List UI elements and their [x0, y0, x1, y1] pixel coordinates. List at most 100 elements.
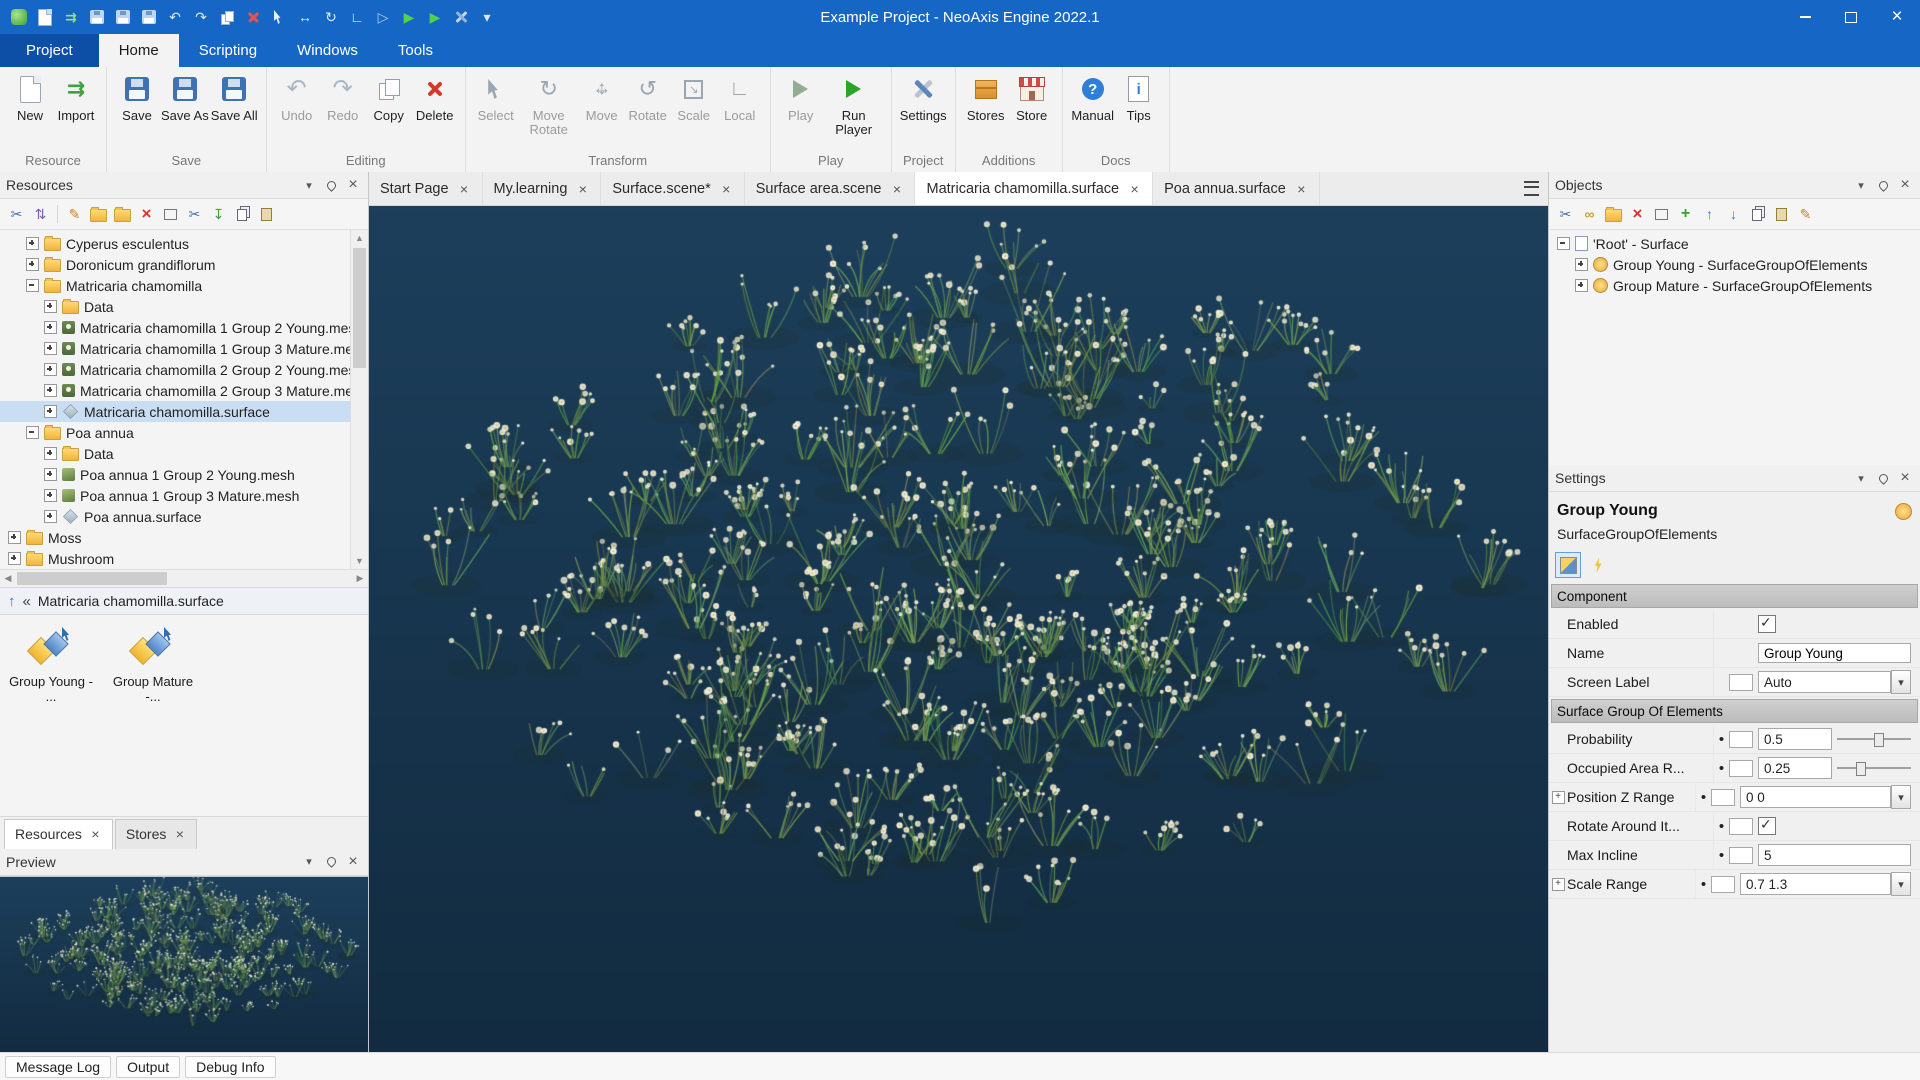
- expand-icon[interactable]: [8, 552, 21, 565]
- expand-icon[interactable]: [44, 300, 57, 313]
- delete-button[interactable]: Delete: [413, 73, 457, 123]
- collapse-icon[interactable]: [26, 426, 39, 439]
- panel-menu-icon[interactable]: [1852, 469, 1870, 487]
- copy-icon[interactable]: [232, 204, 253, 225]
- menu-tab-home[interactable]: Home: [99, 34, 179, 67]
- tree-item[interactable]: Matricaria chamomilla 2 Group 2 Young.me…: [0, 359, 351, 380]
- occupied-area-slider[interactable]: [1837, 760, 1911, 776]
- select-button[interactable]: Select: [474, 73, 518, 123]
- pin-icon[interactable]: [322, 176, 340, 194]
- new-button[interactable]: New: [8, 73, 52, 123]
- doc-tab-my-learning[interactable]: My.learning: [483, 172, 602, 205]
- events-tab[interactable]: [1585, 552, 1611, 578]
- select-frame-icon[interactable]: [1651, 204, 1672, 225]
- link-icon[interactable]: [1579, 204, 1600, 225]
- select-icon[interactable]: [268, 6, 290, 28]
- expand-icon[interactable]: [1549, 870, 1567, 898]
- value-box[interactable]: [1729, 847, 1753, 864]
- play-button[interactable]: Play: [779, 73, 823, 123]
- save-all-icon[interactable]: [138, 6, 160, 28]
- close-icon[interactable]: [1896, 176, 1914, 194]
- expand-icon[interactable]: [44, 468, 57, 481]
- import-button[interactable]: Import: [54, 73, 98, 123]
- tree-item[interactable]: Poa annua.surface: [0, 506, 351, 527]
- pin-icon[interactable]: [322, 853, 340, 871]
- max-incline-input[interactable]: 5: [1758, 844, 1911, 866]
- tree-item[interactable]: Poa annua 1 Group 3 Mature.mesh: [0, 485, 351, 506]
- import-file-icon[interactable]: [208, 204, 229, 225]
- close-icon[interactable]: [458, 182, 471, 196]
- pin-icon[interactable]: [1874, 469, 1892, 487]
- expand-icon[interactable]: [44, 321, 57, 334]
- tree-item-selected[interactable]: Matricaria chamomilla.surface: [0, 401, 351, 422]
- menu-project[interactable]: Project: [0, 34, 99, 67]
- pin-icon[interactable]: [1874, 176, 1892, 194]
- cut-icon[interactable]: [184, 204, 205, 225]
- position-z-range-input[interactable]: 0 0: [1740, 786, 1891, 808]
- move-down-icon[interactable]: [1723, 204, 1744, 225]
- run-icon[interactable]: [424, 6, 446, 28]
- scrollbar-thumb[interactable]: [353, 248, 366, 368]
- play-icon[interactable]: [398, 6, 420, 28]
- sort-icon[interactable]: [30, 204, 51, 225]
- tab-list-menu-icon[interactable]: [1514, 172, 1548, 205]
- rotate-button[interactable]: Rotate: [626, 73, 670, 123]
- tree-item[interactable]: Doronicum grandiflorum: [0, 254, 351, 275]
- delete-icon[interactable]: [242, 6, 264, 28]
- local-button[interactable]: Local: [718, 73, 762, 123]
- tree-item-root[interactable]: 'Root' - Surface: [1549, 233, 1903, 254]
- doc-tab-poa-annua-surface[interactable]: Poa annua.surface: [1153, 172, 1320, 205]
- debug-info-button[interactable]: Debug Info: [185, 1056, 276, 1078]
- tips-button[interactable]: Tips: [1117, 73, 1161, 123]
- close-icon[interactable]: [344, 853, 362, 871]
- dropdown-arrow-icon[interactable]: [1891, 785, 1911, 809]
- save-all-button[interactable]: Save All: [211, 73, 258, 123]
- collapse-icon[interactable]: [1557, 237, 1570, 250]
- scroll-down-icon[interactable]: ▼: [351, 553, 368, 569]
- rotate-icon[interactable]: [320, 6, 342, 28]
- tree-item[interactable]: Matricaria chamomilla 1 Group 3 Mature.m…: [0, 338, 351, 359]
- undo-button[interactable]: Undo: [275, 73, 319, 123]
- dropdown-arrow-icon[interactable]: [1891, 670, 1911, 694]
- close-icon[interactable]: [576, 182, 589, 196]
- tree-item[interactable]: Data: [0, 296, 351, 317]
- tools-icon[interactable]: [450, 6, 472, 28]
- move-button[interactable]: Move: [580, 73, 624, 123]
- redo-icon[interactable]: [190, 6, 212, 28]
- select-frame-icon[interactable]: [160, 204, 181, 225]
- expand-icon[interactable]: [44, 489, 57, 502]
- scroll-right-icon[interactable]: ▶: [352, 570, 368, 587]
- stores-button[interactable]: Stores: [964, 73, 1008, 123]
- back-icon[interactable]: [23, 593, 31, 610]
- manual-button[interactable]: Manual: [1071, 73, 1115, 123]
- scale-button[interactable]: Scale: [672, 73, 716, 123]
- rename-icon[interactable]: [64, 204, 85, 225]
- close-icon[interactable]: [89, 827, 102, 841]
- open-folder-icon[interactable]: [112, 204, 133, 225]
- tree-item[interactable]: Mushroom: [0, 548, 351, 569]
- value-box[interactable]: [1729, 674, 1753, 691]
- cut-icon[interactable]: [1555, 204, 1576, 225]
- slider-thumb[interactable]: [1856, 762, 1866, 776]
- close-icon[interactable]: [344, 176, 362, 194]
- maximize-button[interactable]: [1828, 0, 1874, 34]
- expand-icon[interactable]: [8, 531, 21, 544]
- close-icon[interactable]: [1295, 182, 1308, 196]
- new-icon[interactable]: [34, 6, 56, 28]
- doc-tab-start-page[interactable]: Start Page: [369, 172, 483, 205]
- 3d-viewport[interactable]: [369, 206, 1548, 1053]
- expand-icon[interactable]: [1575, 279, 1588, 292]
- play-outline-icon[interactable]: [372, 6, 394, 28]
- settings-tools-icon[interactable]: [6, 204, 27, 225]
- edit-icon[interactable]: [1795, 204, 1816, 225]
- expand-icon[interactable]: [44, 363, 57, 376]
- expand-icon[interactable]: [1549, 783, 1567, 811]
- panel-menu-icon[interactable]: [300, 853, 318, 871]
- new-folder-icon[interactable]: [1603, 204, 1624, 225]
- section-component[interactable]: Component: [1551, 584, 1918, 608]
- settings-button[interactable]: Settings: [900, 73, 947, 123]
- scale-range-input[interactable]: 0.7 1.3: [1740, 873, 1891, 895]
- group-item[interactable]: Group Young - ...: [8, 627, 94, 704]
- expand-icon[interactable]: [44, 510, 57, 523]
- value-box[interactable]: [1729, 731, 1753, 748]
